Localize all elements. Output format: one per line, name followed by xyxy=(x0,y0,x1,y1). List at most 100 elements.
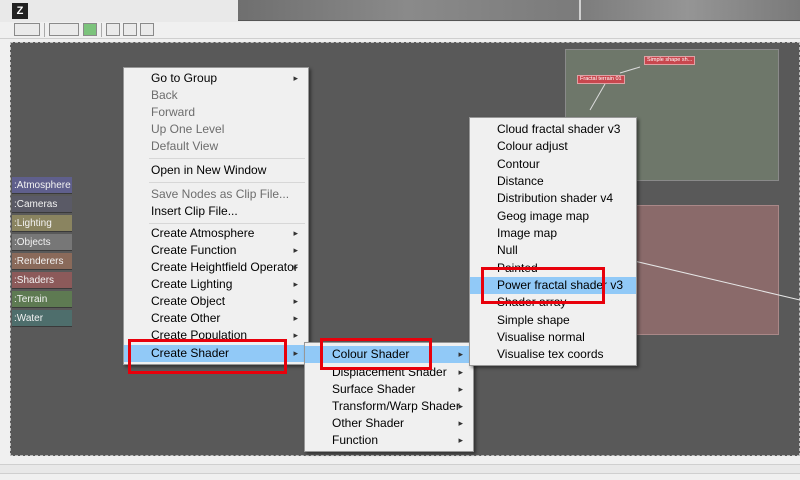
menu-item-contour[interactable]: Contour xyxy=(470,156,636,173)
render-preview xyxy=(238,0,800,21)
menu-item-distance[interactable]: Distance xyxy=(470,173,636,190)
node-fractal-terrain[interactable]: Fractal terrain 01 xyxy=(577,75,625,84)
menu-item-distribution[interactable]: Distribution shader v4 xyxy=(470,190,636,207)
menu-item-label: Simple shape xyxy=(497,313,570,327)
menu-item-label: Create Object xyxy=(151,294,226,308)
menu-item-label: Other Shader xyxy=(332,416,405,430)
submenu-arrow-icon: ▸ xyxy=(458,367,463,377)
menu-separator xyxy=(149,158,305,159)
menu-item-label: Function xyxy=(332,433,379,447)
submenu-arrow-icon: ▸ xyxy=(458,435,463,445)
menu-item-label: Image map xyxy=(497,226,558,240)
menu-item-null[interactable]: Null xyxy=(470,242,636,259)
menu-item-create-population[interactable]: Create Population ▸ xyxy=(124,327,308,344)
menu-item-label: Create Lighting xyxy=(151,277,233,291)
submenu-arrow-icon: ▸ xyxy=(293,73,298,83)
menu-item-simple-shape[interactable]: Simple shape xyxy=(470,312,636,329)
submenu-arrow-icon: ▸ xyxy=(293,313,298,323)
menu-item-create-lighting[interactable]: Create Lighting ▸ xyxy=(124,276,308,293)
menu-item-label: Displacement Shader xyxy=(332,365,447,379)
tab-water[interactable]: :Water xyxy=(12,310,72,327)
menu-item-label: Visualise normal xyxy=(497,330,585,344)
menu-item-create-shader[interactable]: Create Shader ▸ xyxy=(124,345,308,362)
menu-item-create-heightfield-operator[interactable]: Create Heightfield Operator ▸ xyxy=(124,259,308,276)
app-logo-icon: Z xyxy=(12,3,28,19)
tab-terrain[interactable]: :Terrain xyxy=(12,291,72,308)
eye-icon[interactable] xyxy=(106,23,120,36)
menu-item-go-to-group[interactable]: Go to Group ▸ xyxy=(124,70,308,87)
menu-item-colour-adjust[interactable]: Colour adjust xyxy=(470,138,636,155)
tab-objects[interactable]: :Objects xyxy=(12,234,72,251)
menu-separator xyxy=(149,223,305,224)
menu-item-power-fractal[interactable]: Power fractal shader v3 xyxy=(470,277,636,294)
menu-item-save-clip[interactable]: Save Nodes as Clip File... xyxy=(124,186,308,203)
menu-item-label: Save Nodes as Clip File... xyxy=(151,187,290,201)
menu-item-cloud-fractal[interactable]: Cloud fractal shader v3 xyxy=(470,121,636,138)
submenu-arrow-icon: ▸ xyxy=(293,262,298,272)
node-simple-shape[interactable]: Simple shape sh... xyxy=(644,56,696,65)
menu-item-shader-array[interactable]: Shader array xyxy=(470,294,636,311)
menu-item-label: Distance xyxy=(497,174,544,188)
menu-item-back[interactable]: Back xyxy=(124,87,308,104)
submenu-arrow-icon: ▸ xyxy=(458,349,463,359)
curve-tool-icon[interactable] xyxy=(140,23,154,36)
menu-item-visualise-tex-coords[interactable]: Visualise tex coords xyxy=(470,346,636,363)
menu-item-label: Create Other xyxy=(151,311,221,325)
submenu-arrow-icon: ▸ xyxy=(293,279,298,289)
menu-item-up-one-level[interactable]: Up One Level xyxy=(124,121,308,138)
menu-item-create-object[interactable]: Create Object ▸ xyxy=(124,293,308,310)
menu-item-open-new-window[interactable]: Open in New Window xyxy=(124,162,308,179)
menu-item-label: Surface Shader xyxy=(332,382,416,396)
menu-item-visualise-normal[interactable]: Visualise normal xyxy=(470,329,636,346)
menu-item-image-map[interactable]: Image map xyxy=(470,225,636,242)
menu-item-label: Insert Clip File... xyxy=(151,204,238,218)
menu-item-label: Create Shader xyxy=(151,346,230,360)
menu-item-label: Go to Group xyxy=(151,71,218,85)
submenu-arrow-icon: ▸ xyxy=(293,330,298,340)
shader-submenu: Colour Shader ▸ Displacement Shader ▸ Su… xyxy=(304,342,474,452)
submenu-arrow-icon: ▸ xyxy=(458,384,463,394)
submenu-arrow-icon: ▸ xyxy=(458,401,463,411)
menu-item-label: Transform/Warp Shader xyxy=(332,399,460,413)
tab-atmosphere[interactable]: :Atmosphere xyxy=(12,177,72,194)
menu-item-label: Create Function xyxy=(151,243,237,257)
import-image-icon[interactable] xyxy=(14,23,40,36)
menu-item-create-atmosphere[interactable]: Create Atmosphere ▸ xyxy=(124,225,308,242)
menu-item-label: Forward xyxy=(151,105,196,119)
menu-item-painted[interactable]: Painted xyxy=(470,260,636,277)
menu-item-label: Visualise tex coords xyxy=(497,347,604,361)
menu-item-label: Painted xyxy=(497,261,538,275)
tab-lighting[interactable]: :Lighting xyxy=(12,215,72,232)
menu-item-forward[interactable]: Forward xyxy=(124,104,308,121)
submenu-arrow-icon: ▸ xyxy=(293,296,298,306)
menu-item-other-shader[interactable]: Other Shader ▸ xyxy=(305,415,473,432)
tab-renderers[interactable]: :Renderers xyxy=(12,253,72,270)
tab-cameras[interactable]: :Cameras xyxy=(12,196,72,213)
tab-shaders[interactable]: :Shaders xyxy=(12,272,72,289)
submenu-arrow-icon: ▸ xyxy=(293,348,298,358)
menu-item-colour-shader[interactable]: Colour Shader ▸ xyxy=(305,346,473,363)
refresh-icon[interactable] xyxy=(83,23,97,36)
menu-item-geog-image-map[interactable]: Geog image map xyxy=(470,208,636,225)
menu-item-default-view[interactable]: Default View xyxy=(124,138,308,155)
menu-item-label: Power fractal shader v3 xyxy=(497,278,624,292)
menu-item-create-other[interactable]: Create Other ▸ xyxy=(124,310,308,327)
menu-item-label: Create Population xyxy=(151,328,248,342)
toolbar xyxy=(0,22,800,39)
menu-item-transform-warp-shader[interactable]: Transform/Warp Shader ▸ xyxy=(305,398,473,415)
colour-shader-submenu: Cloud fractal shader v3 Colour adjust Co… xyxy=(469,117,637,366)
menu-item-insert-clip[interactable]: Insert Clip File... xyxy=(124,203,308,220)
menu-item-surface-shader[interactable]: Surface Shader ▸ xyxy=(305,381,473,398)
toolbar-separator xyxy=(101,23,102,37)
horizontal-scrollbar[interactable] xyxy=(0,464,800,474)
menu-item-displacement-shader[interactable]: Displacement Shader ▸ xyxy=(305,364,473,381)
menu-item-label: Default View xyxy=(151,139,219,153)
menu-item-function[interactable]: Function ▸ xyxy=(305,432,473,449)
fit-view-icon[interactable] xyxy=(123,23,137,36)
save-image-icon[interactable] xyxy=(49,23,79,36)
menu-item-label: Distribution shader v4 xyxy=(497,191,614,205)
context-menu: Go to Group ▸ Back Forward Up One Level … xyxy=(123,67,309,365)
menu-item-label: Cloud fractal shader v3 xyxy=(497,122,621,136)
menu-item-create-function[interactable]: Create Function ▸ xyxy=(124,242,308,259)
menu-item-label: Back xyxy=(151,88,178,102)
